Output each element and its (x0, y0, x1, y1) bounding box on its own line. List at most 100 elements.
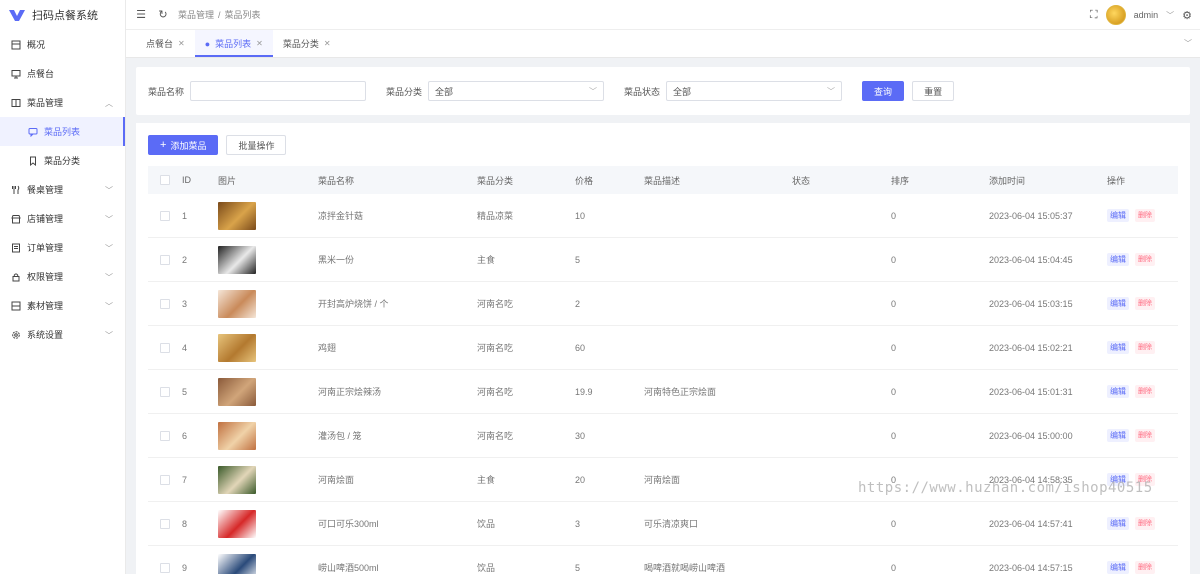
sidebar-item-store-management[interactable]: 店铺管理 ﹀ (0, 204, 125, 233)
cell-price: 5 (575, 254, 581, 265)
chevron-down-icon: ﹀ (105, 186, 113, 195)
edit-button[interactable]: 编辑 (1107, 253, 1129, 266)
edit-button[interactable]: 编辑 (1107, 517, 1129, 530)
row-checkbox[interactable] (160, 342, 170, 353)
tab-label: 菜品列表 (215, 39, 252, 49)
tab-label: 菜品分类 (282, 39, 319, 49)
sidebar-item-permission-management[interactable]: 权限管理 ﹀ (0, 262, 125, 291)
chevron-down-icon: ﹀ (105, 302, 113, 311)
close-icon[interactable]: ✕ (256, 39, 263, 48)
settings-gear-icon[interactable]: ⚙ (1182, 9, 1192, 22)
query-button[interactable]: 查询 (862, 81, 905, 101)
sidebar-item-label: 系统设置 (27, 330, 64, 340)
close-icon[interactable]: ✕ (324, 39, 331, 48)
select-value: 全部 (435, 86, 454, 97)
chevron-down-icon[interactable]: ﹀ (1184, 38, 1192, 49)
tab-dish-category[interactable]: 菜品分类 ✕ (273, 30, 341, 57)
delete-button[interactable]: 删除 (1135, 517, 1155, 530)
book-icon (11, 98, 21, 108)
dashboard-icon (11, 40, 21, 50)
row-checkbox[interactable] (160, 210, 170, 221)
delete-button[interactable]: 删除 (1135, 209, 1155, 222)
chevron-down-icon: ﹀ (105, 273, 113, 282)
row-checkbox[interactable] (160, 298, 170, 309)
column-header: 状态 (792, 175, 811, 186)
cell-category: 河南名吃 (477, 343, 514, 353)
order-icon (11, 243, 21, 253)
cell-name: 黑米一份 (318, 255, 355, 265)
cell-time: 2023-06-04 15:00:00 (989, 430, 1073, 441)
cell-price: 60 (575, 342, 586, 353)
row-checkbox[interactable] (160, 254, 170, 265)
sidebar-menu: 概况 点餐台 菜品管理 ︿ 菜品列表 菜品分类 餐桌管理 ﹀ 店铺管理 ﹀ 订单… (0, 30, 125, 349)
dish-thumbnail (218, 465, 256, 494)
edit-button[interactable]: 编辑 (1107, 429, 1129, 442)
edit-button[interactable]: 编辑 (1107, 297, 1129, 310)
tab-order-desk[interactable]: 点餐台 ✕ (136, 30, 195, 57)
delete-button[interactable]: 删除 (1135, 561, 1155, 574)
sidebar-item-media-management[interactable]: 素材管理 ﹀ (0, 291, 125, 320)
cell-description: 河南烩面 (644, 475, 681, 485)
sidebar-item-table-management[interactable]: 餐桌管理 ﹀ (0, 175, 125, 204)
table-row: 3 开封高炉烧饼 / 个 河南名吃 2 0 2023-06-04 15:03:15 编辑 删除 (148, 282, 1178, 326)
delete-button[interactable]: 删除 (1135, 385, 1155, 398)
close-icon[interactable]: ✕ (178, 39, 185, 48)
select-all-checkbox[interactable] (160, 175, 170, 185)
sidebar-item-dish-management[interactable]: 菜品管理 ︿ (0, 88, 125, 117)
cell-name: 开封高炉烧饼 / 个 (318, 299, 389, 309)
cell-name: 河南烩面 (318, 475, 355, 485)
chevron-down-icon[interactable]: ﹀ (1166, 10, 1174, 21)
edit-button[interactable]: 编辑 (1107, 341, 1129, 354)
avatar[interactable] (1105, 5, 1126, 25)
dish-thumbnail (218, 333, 256, 362)
sidebar-item-order-management[interactable]: 订单管理 ﹀ (0, 233, 125, 262)
sidebar-item-dish-category[interactable]: 菜品分类 (0, 146, 125, 175)
edit-button[interactable]: 编辑 (1107, 385, 1129, 398)
sidebar-item-overview[interactable]: 概况 (0, 30, 125, 59)
refresh-icon[interactable]: ↻ (152, 0, 174, 30)
sidebar-item-system-settings[interactable]: 系统设置 ﹀ (0, 320, 125, 349)
dish-status-select[interactable]: 全部 ﹀ (666, 81, 843, 101)
row-checkbox[interactable] (160, 386, 170, 397)
chat-icon (28, 127, 38, 137)
row-checkbox[interactable] (160, 430, 170, 441)
row-checkbox[interactable] (160, 562, 170, 573)
cell-category: 河南名吃 (477, 387, 514, 397)
dish-name-input[interactable] (190, 81, 367, 101)
cell-category: 主食 (477, 255, 496, 265)
edit-button[interactable]: 编辑 (1107, 209, 1129, 222)
cell-sort: 0 (891, 518, 897, 529)
dish-thumbnail (218, 245, 256, 274)
table-row: 9 崂山啤酒500ml 饮品 5 喝啤酒就喝崂山啤酒 0 2023-06-04 14:57:… (148, 546, 1178, 574)
logo-icon (9, 10, 25, 21)
dish-category-label: 菜品分类 (386, 86, 423, 97)
delete-button[interactable]: 删除 (1135, 429, 1155, 442)
store-icon (11, 214, 21, 224)
add-dish-button[interactable]: + 添加菜品 (148, 135, 219, 155)
menu-toggle-icon[interactable]: ☰ (130, 0, 152, 30)
dish-category-select[interactable]: 全部 ﹀ (428, 81, 605, 101)
edit-button[interactable]: 编辑 (1107, 561, 1129, 574)
dish-thumbnail (218, 421, 256, 450)
app-logo[interactable]: 扫码点餐系统 (0, 0, 125, 30)
row-checkbox[interactable] (160, 474, 170, 485)
chevron-down-icon: ﹀ (105, 331, 113, 340)
tab-dish-list[interactable]: ● 菜品列表 ✕ (194, 30, 274, 57)
sidebar-item-order-desk[interactable]: 点餐台 (0, 59, 125, 88)
batch-operation-button[interactable]: 批量操作 (226, 135, 287, 155)
cell-sort: 0 (891, 386, 897, 397)
delete-button[interactable]: 删除 (1135, 341, 1155, 354)
breadcrumb-item[interactable]: 菜品管理 (178, 8, 214, 21)
reset-button[interactable]: 重置 (912, 81, 955, 101)
cell-name: 灌汤包 / 笼 (318, 431, 362, 441)
chevron-down-icon: ﹀ (589, 87, 598, 96)
sidebar-item-label: 素材管理 (27, 301, 64, 311)
delete-button[interactable]: 删除 (1135, 253, 1155, 266)
row-checkbox[interactable] (160, 518, 170, 529)
delete-button[interactable]: 删除 (1135, 297, 1155, 310)
user-name[interactable]: admin (1134, 10, 1159, 20)
sidebar-item-dish-list[interactable]: 菜品列表 (0, 117, 125, 146)
table-row: 1 凉拌金针菇 精品凉菜 10 0 2023-06-04 15:05:37 编辑 删除 (148, 194, 1178, 238)
fullscreen-icon[interactable]: ⛶ (1090, 9, 1098, 22)
cell-price: 5 (575, 562, 581, 573)
